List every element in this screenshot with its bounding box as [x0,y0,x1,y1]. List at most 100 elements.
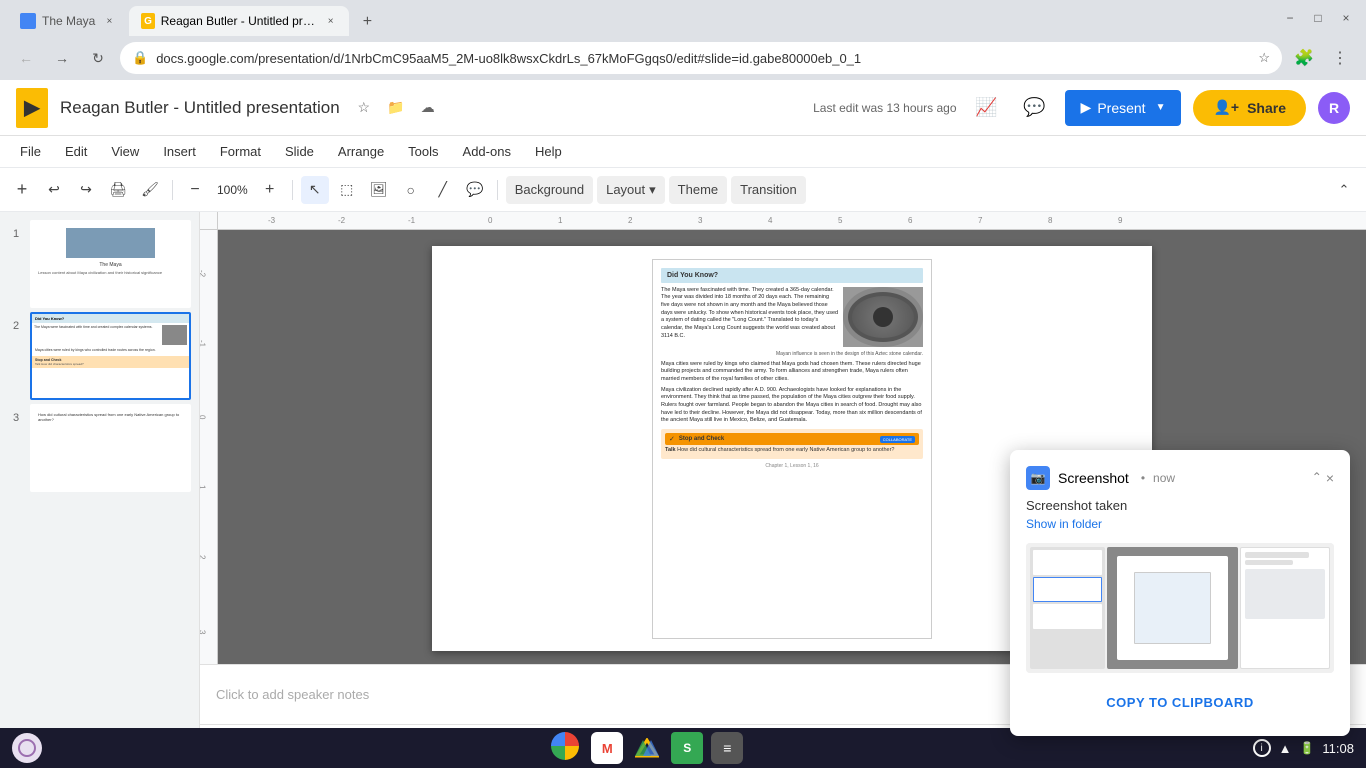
print-button[interactable]: 🖨 [104,176,132,204]
tab-maya-close[interactable]: × [101,13,117,29]
info-icon[interactable]: i [1253,739,1271,757]
svg-text:6: 6 [908,216,913,225]
add-slide-button[interactable]: + [8,176,36,204]
copy-to-clipboard-button[interactable]: COPY TO CLIPBOARD [1026,685,1334,720]
menu-view[interactable]: View [99,140,151,163]
back-button[interactable]: ← [12,44,40,72]
cloud-save-icon[interactable]: ☁ [416,96,440,120]
forward-button[interactable]: → [48,44,76,72]
user-avatar[interactable]: R [1318,92,1350,124]
insert-comment-button[interactable]: 💬 [461,176,489,204]
layout-button[interactable]: Layout ▾ [597,176,665,204]
extensions-icon[interactable]: 🧩 [1290,44,1318,72]
comments-button[interactable]: 💬 [1017,90,1053,126]
tab-slides-close[interactable]: × [324,13,337,29]
ruler-vertical: -2 -1 0 1 2 3 4 5 [200,230,218,664]
wifi-icon[interactable]: ▲ [1279,741,1292,756]
svg-text:5: 5 [838,216,843,225]
tab-slides-label: Reagan Butler - Untitled presenta... [161,14,318,28]
popup-subtitle: Screenshot taken [1026,498,1334,513]
menu-slide[interactable]: Slide [273,140,326,163]
taskbar-chrome-icon[interactable] [551,732,583,764]
slide-1-number: 1 [8,220,24,240]
tab-slides[interactable]: G Reagan Butler - Untitled presenta... × [129,6,349,36]
document-title[interactable]: Reagan Butler - Untitled presentation [60,98,340,118]
present-screen-icon: ▶ [1081,99,1092,116]
undo-button[interactable]: ↩ [40,176,68,204]
popup-header: 📷 Screenshot • now ⌃ × [1026,466,1334,490]
svg-text:8: 8 [1048,216,1053,225]
format-paint-button[interactable]: 🖌 [136,176,164,204]
zoom-in-button[interactable]: + [256,176,284,204]
insert-shape-button[interactable]: ○ [397,176,425,204]
popup-time: now [1153,471,1175,485]
popup-expand-button[interactable]: ⌃ [1312,470,1322,486]
stop-check-text: Talk How did cultural characteristics sp… [665,447,919,455]
insert-line-button[interactable]: ╱ [429,176,457,204]
menu-addons[interactable]: Add-ons [451,140,523,163]
popup-folder-link[interactable]: Show in folder [1026,517,1334,531]
menu-file[interactable]: File [8,140,53,163]
theme-label: Theme [678,182,718,197]
menu-tools[interactable]: Tools [396,140,450,163]
insert-image-button[interactable]: 🖼 [365,176,393,204]
svg-text:2: 2 [628,216,633,225]
theme-button[interactable]: Theme [669,176,727,204]
select-text-tool-button[interactable]: ⬚ [333,176,361,204]
activity-dashboard-button[interactable]: 📈 [969,90,1005,126]
image-caption: Mayan influence is seen in the design of… [661,351,923,357]
slide-2-number: 2 [8,312,24,332]
maximize-button[interactable]: □ [1306,6,1330,30]
share-button[interactable]: 👤+ Share [1193,90,1306,126]
toolbar: + ↩ ↪ 🖨 🖌 − 100% + ↖ ⬚ 🖼 ○ ╱ 💬 Backgroun… [0,168,1366,212]
address-bar[interactable]: 🔒 docs.google.com/presentation/d/1NrbCmC… [120,42,1282,74]
svg-text:3: 3 [698,216,703,225]
screenshot-icon: 📷 [1026,466,1050,490]
present-dropdown-arrow[interactable]: ▼ [1156,102,1166,113]
taskbar-gmail-icon[interactable]: M [591,732,623,764]
present-button[interactable]: ▶ Present ▼ [1065,90,1182,126]
transition-button[interactable]: Transition [731,176,806,204]
collapse-toolbar-button[interactable]: ⌃ [1330,176,1358,204]
tab-maya[interactable]: The Maya × [8,6,129,36]
ruler-horizontal: -3 -2 -1 0 1 2 3 4 5 6 7 8 9 [218,212,1366,229]
battery-icon: 🔋 [1299,741,1314,755]
menu-format[interactable]: Format [208,140,273,163]
reload-button[interactable]: ↻ [84,44,112,72]
menu-edit[interactable]: Edit [53,140,99,163]
taskbar-sheets-icon[interactable]: S [671,732,703,764]
slide-3-thumbnail[interactable]: How did cultural characteristics spread … [30,404,191,492]
move-to-folder-icon[interactable]: 📁 [384,96,408,120]
svg-text:1: 1 [558,216,563,225]
svg-text:-1: -1 [200,340,207,348]
menu-arrange[interactable]: Arrange [326,140,396,163]
browser-menu-button[interactable]: ⋮ [1326,44,1354,72]
slide-3-wrapper: 3 How did cultural characteristics sprea… [8,404,191,492]
svg-text:-2: -2 [200,270,207,278]
taskbar-calculator-icon[interactable]: ≡ [711,732,743,764]
share-label: Share [1247,100,1286,116]
menu-insert[interactable]: Insert [151,140,208,163]
zoom-level[interactable]: 100% [213,183,252,197]
present-label: Present [1097,100,1145,116]
slide-body-3: Maya civilization declined rapidly after… [661,387,923,425]
star-bookmark-icon[interactable]: ☆ [352,96,376,120]
zoom-out-button[interactable]: − [181,176,209,204]
cursor-tool-button[interactable]: ↖ [301,176,329,204]
slide-2-thumbnail[interactable]: Did You Know? The Maya were fascinated w… [30,312,191,400]
star-icon[interactable]: ☆ [1258,50,1270,66]
menu-help[interactable]: Help [523,140,574,163]
svg-text:1: 1 [200,485,207,490]
popup-title: Screenshot [1058,470,1129,486]
start-button[interactable] [12,733,42,763]
svg-text:3: 3 [200,630,207,635]
redo-button[interactable]: ↪ [72,176,100,204]
new-tab-button[interactable]: + [353,8,381,36]
slide-1-thumbnail[interactable]: The Maya Lesson content about Maya civil… [30,220,191,308]
popup-close-button[interactable]: × [1326,470,1334,486]
minimize-button[interactable]: − [1278,6,1302,30]
close-window-button[interactable]: × [1334,6,1358,30]
taskbar-drive-icon[interactable] [631,732,663,764]
svg-text:0: 0 [200,415,207,420]
background-button[interactable]: Background [506,176,593,204]
